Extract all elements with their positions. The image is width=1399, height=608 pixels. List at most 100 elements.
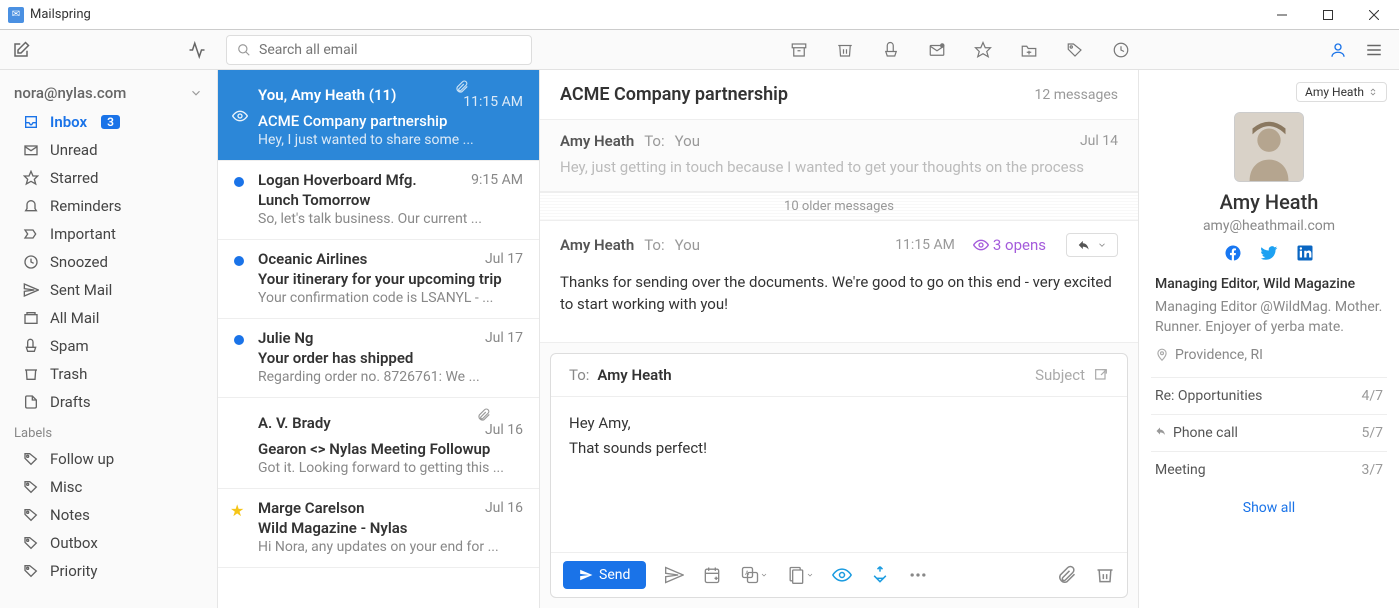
sidebar-label-outbox[interactable]: Outbox [0,529,217,557]
thread-to-label: To: [644,236,664,254]
compose-button[interactable] [12,41,30,59]
send-later-icon[interactable] [664,565,684,585]
message-list-item[interactable]: Julie NgJul 17Your order has shippedRega… [218,319,539,398]
show-all-link[interactable]: Show all [1151,488,1387,528]
related-thread-item[interactable]: Meeting3/7 [1151,451,1387,488]
popout-icon[interactable] [1093,367,1109,383]
composer-to-recipient[interactable]: Amy Heath [597,366,671,384]
profile-icon[interactable] [1329,41,1347,59]
message-list-item[interactable]: ★Marge CarelsonJul 16Wild Magazine - Nyl… [218,489,539,568]
sidebar-item-important[interactable]: Important [0,220,217,248]
message-from: Logan Hoverboard Mfg. [258,171,417,189]
attach-icon[interactable] [1057,565,1077,585]
sidebar-item-inbox[interactable]: Inbox3 [0,108,217,136]
message-subject: Lunch Tomorrow [258,191,523,209]
sidebar-item-drafts[interactable]: Drafts [0,388,217,416]
templates-icon[interactable] [786,565,814,585]
contact-name: Amy Heath [1151,190,1387,214]
folder-icon [22,338,40,354]
translate-icon[interactable]: A [740,565,768,585]
sidebar-item-reminders[interactable]: Reminders [0,192,217,220]
thread-body: Thanks for sending over the documents. W… [560,263,1118,330]
composer-body[interactable]: Hey Amy, That sounds perfect! [551,397,1127,553]
related-thread-item[interactable]: Re: Opportunities4/7 [1151,377,1387,414]
label-button[interactable] [1066,41,1084,59]
sidebar-label-priority[interactable]: Priority [0,557,217,585]
window-maximize-button[interactable] [1305,0,1351,30]
sidebar-label-follow-up[interactable]: Follow up [0,445,217,473]
message-list-item[interactable]: Logan Hoverboard Mfg.9:15 AMLunch Tomorr… [218,161,539,240]
star-button[interactable] [974,41,992,59]
link-tracking-icon[interactable] [870,565,890,585]
sidebar-label-misc[interactable]: Misc [0,473,217,501]
reply-button[interactable] [1066,233,1118,257]
composer-subject-label[interactable]: Subject [1035,366,1085,384]
message-list-item[interactable]: A. V. BradyJul 16Gearon <> Nylas Meeting… [218,398,539,489]
opens-badge[interactable]: 3 opens [973,236,1046,254]
contact-avatar [1234,112,1304,182]
contact-panel: Amy Heath Amy Heath amy@heathmail.com Ma… [1139,70,1399,608]
folder-icon [22,254,40,270]
linkedin-icon[interactable] [1296,244,1314,262]
thread-to-label: To: [644,132,664,150]
archive-button[interactable] [790,41,808,59]
window-titlebar: ✉ Mailspring [0,0,1399,30]
star-icon[interactable]: ★ [230,501,244,520]
contact-selector[interactable]: Amy Heath [1296,82,1387,102]
contact-title: Managing Editor, Wild Magazine [1155,276,1383,292]
unread-dot-icon [234,335,244,345]
sidebar-item-spam[interactable]: Spam [0,332,217,360]
message-subject: Your order has shipped [258,349,523,367]
menu-icon[interactable] [1365,41,1383,59]
message-from: You, Amy Heath (11) [258,86,396,104]
thread-message-collapsed[interactable]: Amy Heath To: You Jul 14 Hey, just getti… [540,120,1138,192]
message-subject: ACME Company partnership [258,112,523,130]
app-icon: ✉ [8,7,24,23]
thread-sender: Amy Heath [560,132,634,150]
message-list-item[interactable]: You, Amy Heath (11)11:15 AMACME Company … [218,70,539,161]
reminder-icon[interactable] [702,565,722,585]
sidebar-item-sent-mail[interactable]: Sent Mail [0,276,217,304]
sidebar-item-all-mail[interactable]: All Mail [0,304,217,332]
search-input[interactable] [259,42,521,58]
message-list-item[interactable]: Oceanic AirlinesJul 17Your itinerary for… [218,240,539,319]
move-folder-button[interactable] [1020,41,1038,59]
facebook-icon[interactable] [1224,244,1242,262]
send-button[interactable]: Send [563,561,646,589]
sidebar-label-notes[interactable]: Notes [0,501,217,529]
tracking-icon[interactable] [832,565,852,585]
contact-email[interactable]: amy@heathmail.com [1151,218,1387,234]
account-selector[interactable]: nora@nylas.com [0,78,217,108]
folder-icon [22,226,40,242]
twitter-icon[interactable] [1260,244,1278,262]
mark-unread-button[interactable] [928,41,946,59]
message-preview: Hey, I just wanted to share some ... [258,132,523,148]
activity-icon[interactable] [188,41,206,59]
message-time: Jul 16 [485,500,523,516]
message-preview: Hi Nora, any updates on your end for ... [258,539,523,555]
message-reader: ACME Company partnership 12 messages Amy… [540,70,1139,608]
sidebar-item-starred[interactable]: Starred [0,164,217,192]
message-from: Oceanic Airlines [258,250,367,268]
svg-text:A: A [745,569,750,577]
sidebar-item-trash[interactable]: Trash [0,360,217,388]
thread-sender: Amy Heath [560,236,634,254]
account-email: nora@nylas.com [14,84,126,102]
spam-button[interactable] [882,41,900,59]
older-messages-bar[interactable]: 10 older messages [540,192,1138,221]
folder-icon [22,114,40,130]
sidebar-item-unread[interactable]: Unread [0,136,217,164]
main-toolbar [0,30,1399,70]
window-minimize-button[interactable] [1259,0,1305,30]
delete-draft-icon[interactable] [1095,565,1115,585]
window-close-button[interactable] [1351,0,1397,30]
trash-button[interactable] [836,41,854,59]
more-icon[interactable] [908,565,928,585]
thread-message-expanded: Amy Heath To: You 11:15 AM 3 opens Thank… [540,221,1138,343]
snooze-button[interactable] [1112,41,1130,59]
related-thread-item[interactable]: Phone call5/7 [1151,414,1387,451]
tag-icon [22,563,40,579]
sidebar-item-snoozed[interactable]: Snoozed [0,248,217,276]
folder-icon [22,198,40,214]
search-input-wrapper[interactable] [226,35,532,65]
